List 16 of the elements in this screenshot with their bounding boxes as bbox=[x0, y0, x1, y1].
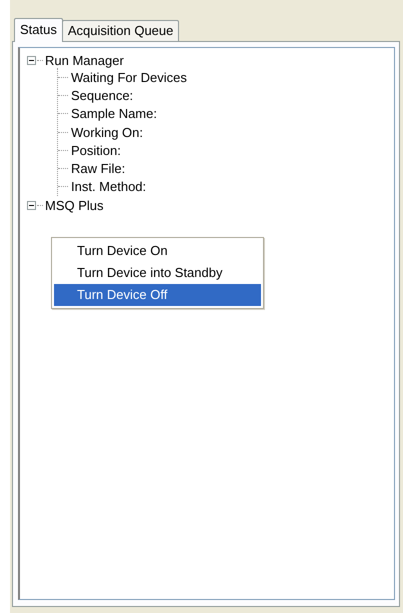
tree-node[interactable]: Waiting For Devices bbox=[71, 70, 187, 85]
collapse-icon[interactable] bbox=[27, 56, 36, 64]
tree-node[interactable]: Run Manager bbox=[45, 52, 124, 68]
collapse-icon[interactable] bbox=[27, 200, 36, 210]
tree-node[interactable]: Position: bbox=[71, 142, 121, 158]
menu-item[interactable]: Turn Device into Standby bbox=[54, 262, 261, 284]
menu-item[interactable]: Turn Device Off bbox=[54, 284, 261, 306]
tree-node[interactable]: Raw File: bbox=[71, 161, 126, 176]
tab[interactable]: Acquisition Queue bbox=[62, 20, 180, 42]
tree-node[interactable]: MSQ Plus bbox=[45, 198, 104, 213]
menu-item[interactable]: Turn Device On bbox=[54, 240, 261, 262]
tree-node[interactable]: Working On: bbox=[71, 124, 144, 140]
tree-node[interactable]: Sample Name: bbox=[71, 106, 157, 122]
tree-node[interactable]: Sequence: bbox=[71, 88, 134, 103]
tree-node[interactable]: Inst. Method: bbox=[71, 179, 146, 194]
tab[interactable]: Status bbox=[14, 18, 63, 42]
